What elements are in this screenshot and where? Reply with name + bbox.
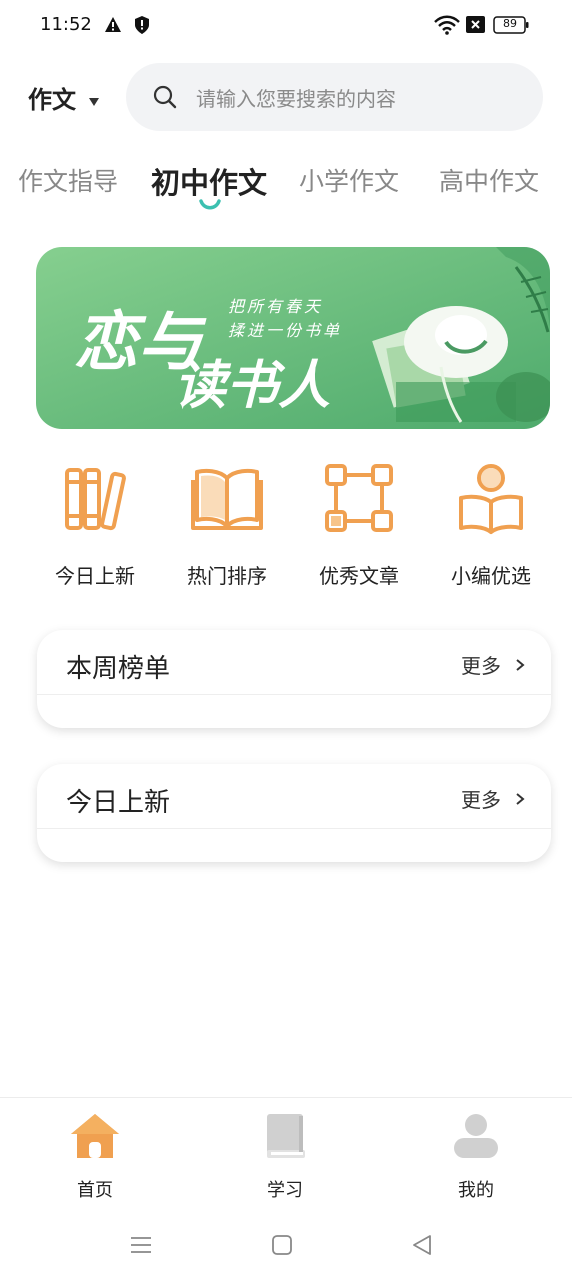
more-label: 更多 [461,788,501,812]
caret-down-icon [89,97,99,106]
tab-junior-high[interactable]: 初中作文 [151,160,267,202]
section-weekly-ranking: 本周榜单 更多 [37,630,551,728]
feature-hot-ranking[interactable]: 热门排序 [167,458,287,589]
more-button[interactable]: 更多 [461,650,525,679]
search-input[interactable]: 请输入您要搜索的内容 [126,63,543,131]
banner-subtitle-2: 揉进一份书单 [228,321,343,340]
tab-primary[interactable]: 小学作文 [299,162,399,198]
books-icon [65,468,126,531]
status-bar: 11:52 89 [0,0,572,52]
bottom-nav: 首页 学习 我的 [0,1097,572,1217]
nav-profile[interactable]: 我的 [421,1110,531,1202]
back-icon[interactable] [410,1233,434,1257]
section-title: 本周榜单 [66,654,171,684]
banner-subtitle-1: 把所有春天 [228,297,324,316]
promo-banner[interactable]: 恋与 读书人 把所有春天 揉进一份书单 [36,247,550,429]
feature-label: 今日上新 [55,564,135,588]
home-icon [71,1114,119,1158]
category-label: 作文 [28,86,76,114]
system-nav-bar [0,1217,572,1280]
more-label: 更多 [461,654,501,678]
nav-study[interactable]: 学习 [230,1110,340,1202]
section-title: 今日上新 [66,788,171,818]
feature-editor-picks[interactable]: 小编优选 [431,458,551,589]
tab-guide[interactable]: 作文指导 [18,162,118,198]
chevron-right-icon [516,792,525,805]
search-icon [153,85,177,109]
nav-home[interactable]: 首页 [40,1110,150,1202]
feature-label: 优秀文章 [319,564,399,588]
nav-label: 首页 [77,1180,113,1201]
divider [37,828,551,829]
network-icon [325,464,393,532]
home-square-icon[interactable] [270,1233,294,1257]
warning-icon [105,17,121,32]
feature-new-today[interactable]: 今日上新 [35,458,155,589]
open-book-icon [191,468,263,530]
tab-senior-high[interactable]: 高中作文 [439,162,539,198]
nav-label: 学习 [267,1180,303,1201]
category-tabs: 作文指导 初中作文 小学作文 高中作文 [0,160,572,220]
no-sim-icon [466,16,485,33]
feature-excellent-articles[interactable]: 优秀文章 [299,458,419,589]
menu-icon[interactable] [129,1233,153,1257]
more-button[interactable]: 更多 [461,784,525,813]
feature-label: 小编优选 [451,564,531,588]
status-time: 11:52 [40,14,92,35]
banner-title-2: 读书人 [174,355,331,416]
chevron-right-icon [516,658,525,671]
reader-icon [459,464,523,534]
section-new-today: 今日上新 更多 [37,764,551,862]
category-select[interactable]: 作文 [28,80,100,115]
user-icon [454,1114,498,1158]
search-placeholder: 请输入您要搜索的内容 [196,86,396,111]
tab-indicator [199,199,221,210]
divider [37,694,551,695]
book-icon [267,1114,305,1158]
feature-label: 热门排序 [187,564,267,588]
battery-level: 89 [503,17,517,30]
nav-label: 我的 [458,1180,494,1201]
wifi-icon [434,15,460,35]
shield-icon [135,16,149,34]
